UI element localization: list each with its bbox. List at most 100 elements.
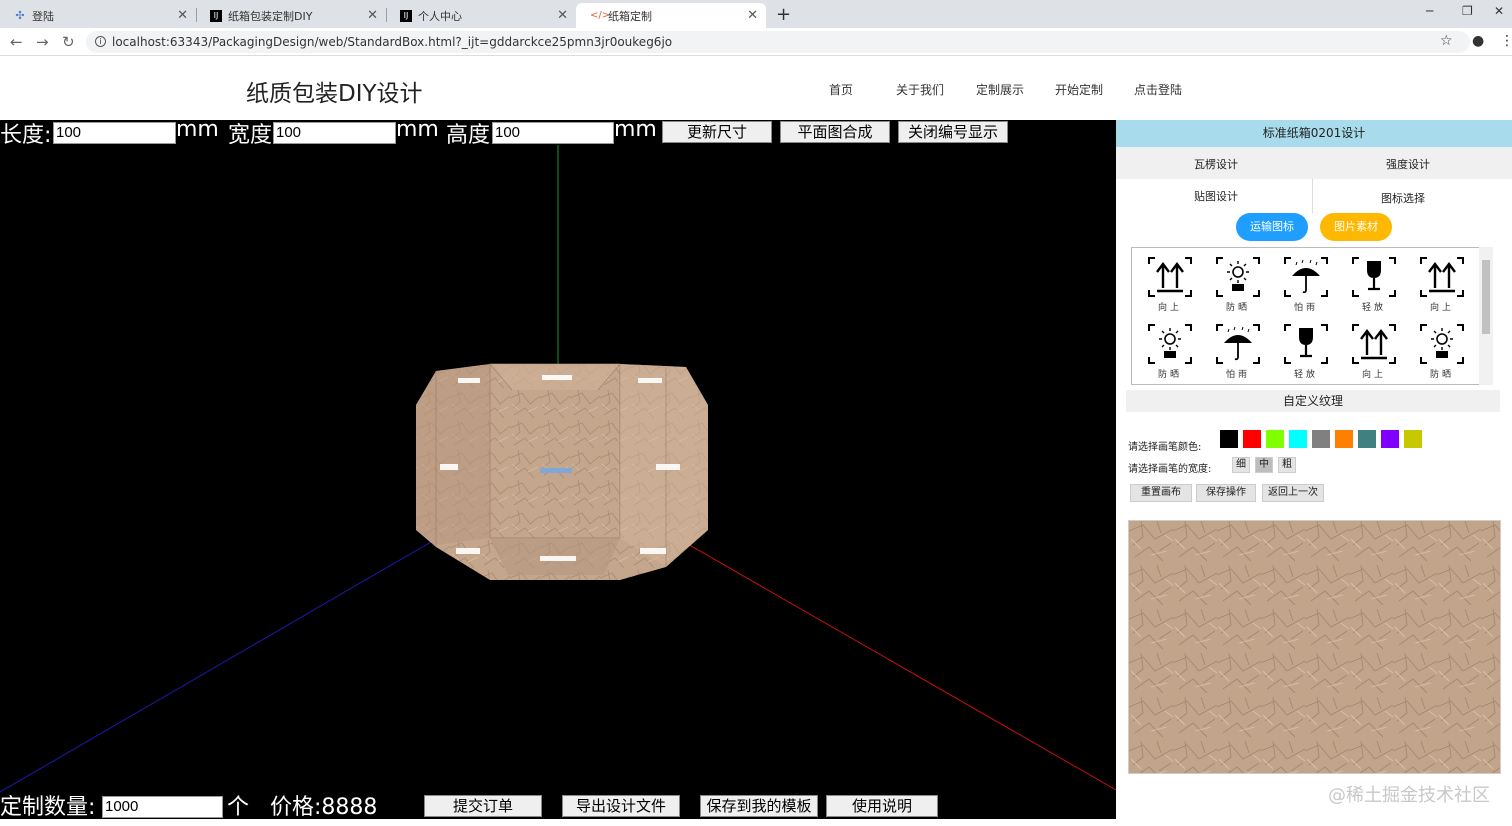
icon-option[interactable]: 向上 <box>1416 252 1468 314</box>
sun-icon <box>1147 323 1193 365</box>
icon-caption: 向上 <box>1361 370 1386 380</box>
icon-caption: 防晒 <box>1429 370 1454 380</box>
scrollbar-thumb[interactable] <box>1482 260 1490 334</box>
length-label: 长度: <box>0 123 52 148</box>
sun-icon <box>1215 256 1261 298</box>
color-swatch[interactable] <box>1381 430 1399 448</box>
icon-grid: 向上 防晒 怕雨 轻放 向上 防晒 怕雨 轻放 向上 防晒 <box>1131 247 1493 385</box>
up-arrows-icon <box>1351 323 1397 365</box>
code-icon: </> <box>590 9 611 21</box>
url-text: localhost:63343/PackagingDesign/web/Stan… <box>112 35 673 49</box>
url-input[interactable]: i localhost:63343/PackagingDesign/web/St… <box>86 31 1470 53</box>
price-label: 价格:8888 <box>270 795 378 820</box>
icon-option[interactable]: 轻放 <box>1280 319 1332 381</box>
icon-option[interactable]: 向上 <box>1348 319 1400 381</box>
watermark: @稀土掘金技术社区 <box>1328 785 1490 806</box>
color-swatch[interactable] <box>1358 430 1376 448</box>
close-icon[interactable]: ✕ <box>367 8 378 23</box>
height-input[interactable]: 100 <box>492 122 614 144</box>
color-swatch[interactable] <box>1289 430 1307 448</box>
panel-tabs: 瓦楞设计 强度设计 <box>1116 147 1512 179</box>
close-icon[interactable]: ✕ <box>747 8 758 23</box>
tab-diy[interactable]: IJ 纸箱包装定制DIY ✕ <box>196 3 386 28</box>
compose-plan-button[interactable]: 平面图合成 <box>780 121 890 143</box>
window-close-icon[interactable]: ✕ <box>1494 4 1504 18</box>
icon-option[interactable]: 向上 <box>1144 252 1196 314</box>
update-size-button[interactable]: 更新尺寸 <box>662 121 772 143</box>
z-axis <box>0 509 487 793</box>
tab-box-custom[interactable]: </> 纸箱定制 ✕ <box>576 3 766 28</box>
up-arrows-icon <box>1147 256 1193 298</box>
3d-viewport[interactable] <box>0 120 1116 819</box>
maximize-icon[interactable]: ❐ <box>1462 4 1473 18</box>
texture-canvas[interactable] <box>1128 520 1501 774</box>
info-icon: i <box>95 36 106 47</box>
toggle-numbers-button[interactable]: 关闭编号显示 <box>898 121 1008 143</box>
icon-caption: 向上 <box>1157 303 1182 313</box>
color-swatch[interactable] <box>1312 430 1330 448</box>
save-template-button[interactable]: 保存到我的模板 <box>700 795 818 817</box>
icon-option[interactable]: 防晒 <box>1144 319 1196 381</box>
tab-title: 纸箱包装定制DIY <box>228 9 313 23</box>
account-icon[interactable]: ● <box>1472 33 1484 49</box>
quantity-input[interactable]: 1000 <box>102 796 223 818</box>
color-swatch[interactable] <box>1220 430 1238 448</box>
fragile-glass-icon <box>1283 323 1329 365</box>
close-icon[interactable]: ✕ <box>557 8 568 23</box>
icon-option[interactable]: 防晒 <box>1212 252 1264 314</box>
save-operation-button[interactable]: 保存操作 <box>1196 484 1256 502</box>
icon-option[interactable]: 怕雨 <box>1212 319 1264 381</box>
transport-icons-button[interactable]: 运输图标 <box>1236 213 1308 241</box>
icon-option[interactable]: 防晒 <box>1416 319 1468 381</box>
submit-order-button[interactable]: 提交订单 <box>424 795 542 817</box>
forward-icon[interactable]: → <box>36 33 49 51</box>
icon-option[interactable]: 轻放 <box>1348 252 1400 314</box>
intellij-icon: IJ <box>400 9 412 22</box>
tab-login[interactable]: ✣ 登陆 ✕ <box>0 3 196 28</box>
undo-button[interactable]: 返回上一次 <box>1262 484 1324 502</box>
width-thick-button[interactable]: 粗 <box>1278 457 1296 473</box>
nav-login[interactable]: 点击登陆 <box>1134 81 1182 98</box>
icon-caption: 怕雨 <box>1225 370 1250 380</box>
x-axis <box>631 511 1116 791</box>
tab-sticker-design[interactable]: 贴图设计 <box>1194 188 1238 204</box>
reload-icon[interactable]: ↻ <box>62 33 75 51</box>
color-swatch[interactable] <box>1335 430 1353 448</box>
length-input[interactable]: 100 <box>53 122 176 144</box>
box-model[interactable] <box>416 363 708 580</box>
star-icon[interactable]: ☆ <box>1440 33 1453 49</box>
height-label: 高度: <box>446 123 498 148</box>
nav-start-custom[interactable]: 开始定制 <box>1055 81 1103 98</box>
site-logo: 纸质包装DIY设计 <box>246 81 423 107</box>
tab-strength-design[interactable]: 强度设计 <box>1386 156 1430 172</box>
icon-option[interactable]: 怕雨 <box>1280 252 1332 314</box>
reset-canvas-button[interactable]: 重置画布 <box>1130 484 1192 502</box>
close-icon[interactable]: ✕ <box>177 8 188 23</box>
width-label: 宽度: <box>228 123 280 148</box>
nav-showcase[interactable]: 定制展示 <box>976 81 1024 98</box>
minimize-icon[interactable]: ─ <box>1426 4 1433 18</box>
color-swatch[interactable] <box>1243 430 1261 448</box>
width-input[interactable]: 100 <box>273 122 396 144</box>
back-icon[interactable]: ← <box>10 33 23 51</box>
nav-home[interactable]: 首页 <box>829 81 853 98</box>
icon-caption: 轻放 <box>1361 303 1386 313</box>
tab-icon-select[interactable]: 图标选择 <box>1381 190 1425 206</box>
width-medium-button[interactable]: 中 <box>1255 457 1273 473</box>
color-swatch[interactable] <box>1404 430 1422 448</box>
tab-corrugated-design[interactable]: 瓦楞设计 <box>1194 156 1238 172</box>
scene-svg <box>0 145 1116 793</box>
tab-profile[interactable]: IJ 个人中心 ✕ <box>386 3 576 28</box>
brush-width-label: 请选择画笔的宽度: <box>1128 464 1212 475</box>
custom-texture-header: 自定义纹理 <box>1126 390 1500 412</box>
export-design-button[interactable]: 导出设计文件 <box>562 795 680 817</box>
menu-icon[interactable]: ⋮ <box>1500 33 1512 49</box>
image-material-button[interactable]: 图片素材 <box>1320 213 1392 241</box>
help-button[interactable]: 使用说明 <box>826 795 938 817</box>
sun-icon <box>1419 323 1465 365</box>
nav-about[interactable]: 关于我们 <box>896 81 944 98</box>
new-tab-icon[interactable]: + <box>776 4 791 25</box>
puzzle-icon: ✣ <box>15 8 25 22</box>
color-swatch[interactable] <box>1266 430 1284 448</box>
width-thin-button[interactable]: 细 <box>1232 457 1250 473</box>
